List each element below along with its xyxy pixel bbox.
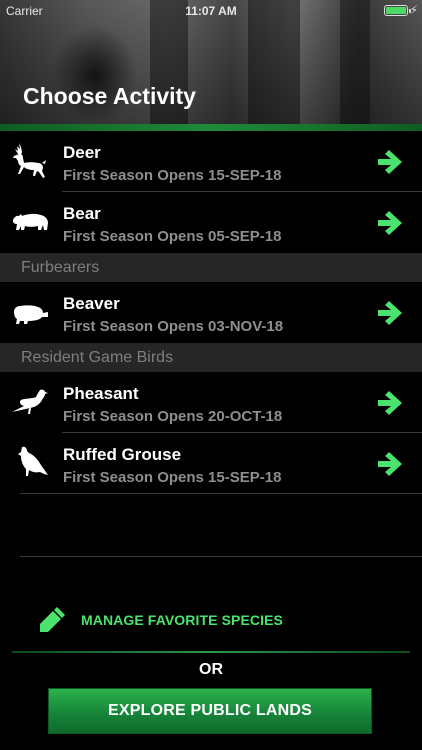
activity-name: Bear bbox=[63, 204, 101, 223]
season-opens-label: First Season Opens 15-SEP-18 bbox=[63, 167, 282, 184]
season-opens-label: First Season Opens 15-SEP-18 bbox=[63, 469, 282, 486]
arrow-right-icon[interactable] bbox=[375, 298, 405, 328]
section-header-furbearers: Furbearers bbox=[0, 253, 422, 282]
activity-name: Beaver bbox=[63, 294, 120, 313]
arrow-right-icon[interactable] bbox=[375, 388, 405, 418]
pencil-icon bbox=[40, 607, 65, 632]
battery-icon bbox=[384, 5, 411, 16]
activity-name: Ruffed Grouse bbox=[63, 445, 182, 464]
deer-icon bbox=[13, 143, 46, 178]
manage-favorites-button[interactable]: MANAGE FAVORITE SPECIES bbox=[37, 605, 283, 635]
list-end-divider bbox=[20, 556, 422, 557]
activity-name: Pheasant bbox=[63, 384, 139, 403]
status-bar: Carrier 11:07 AM ⚡ bbox=[0, 0, 422, 22]
season-opens-label: First Season Opens 20-OCT-18 bbox=[63, 408, 283, 425]
explore-public-lands-button[interactable]: EXPLORE PUBLIC LANDS bbox=[48, 688, 372, 734]
arrow-right-icon[interactable] bbox=[375, 208, 405, 238]
header-divider bbox=[0, 124, 422, 131]
beaver-icon bbox=[14, 305, 48, 324]
arrow-right-icon[interactable] bbox=[375, 449, 405, 479]
page-title: Choose Activity bbox=[23, 83, 196, 109]
season-opens-label: First Season Opens 05-SEP-18 bbox=[63, 228, 282, 245]
charging-icon: ⚡ bbox=[409, 3, 418, 17]
section-header-resident-game-birds: Resident Game Birds bbox=[0, 343, 422, 372]
list-item-pheasant[interactable]: Pheasant First Season Opens 20-OCT-18 bbox=[0, 372, 422, 433]
manage-favorites-label: MANAGE FAVORITE SPECIES bbox=[81, 612, 283, 628]
bear-icon bbox=[13, 213, 48, 230]
clock: 11:07 AM bbox=[185, 4, 237, 18]
pheasant-icon bbox=[12, 389, 48, 414]
or-divider bbox=[12, 651, 410, 653]
arrow-right-icon[interactable] bbox=[375, 147, 405, 177]
activity-name: Deer bbox=[63, 143, 101, 162]
grouse-icon bbox=[18, 446, 48, 476]
list-item-bear[interactable]: Bear First Season Opens 05-SEP-18 bbox=[0, 192, 422, 253]
list-item-deer[interactable]: Deer First Season Opens 15-SEP-18 bbox=[0, 131, 422, 192]
or-label: OR bbox=[199, 661, 223, 678]
list-item-ruffed-grouse[interactable]: Ruffed Grouse First Season Opens 15-SEP-… bbox=[0, 433, 422, 494]
list-item-beaver[interactable]: Beaver First Season Opens 03-NOV-18 bbox=[0, 282, 422, 343]
season-opens-label: First Season Opens 03-NOV-18 bbox=[63, 318, 284, 335]
activity-list[interactable]: Deer First Season Opens 15-SEP-18 Bear F… bbox=[0, 131, 422, 494]
